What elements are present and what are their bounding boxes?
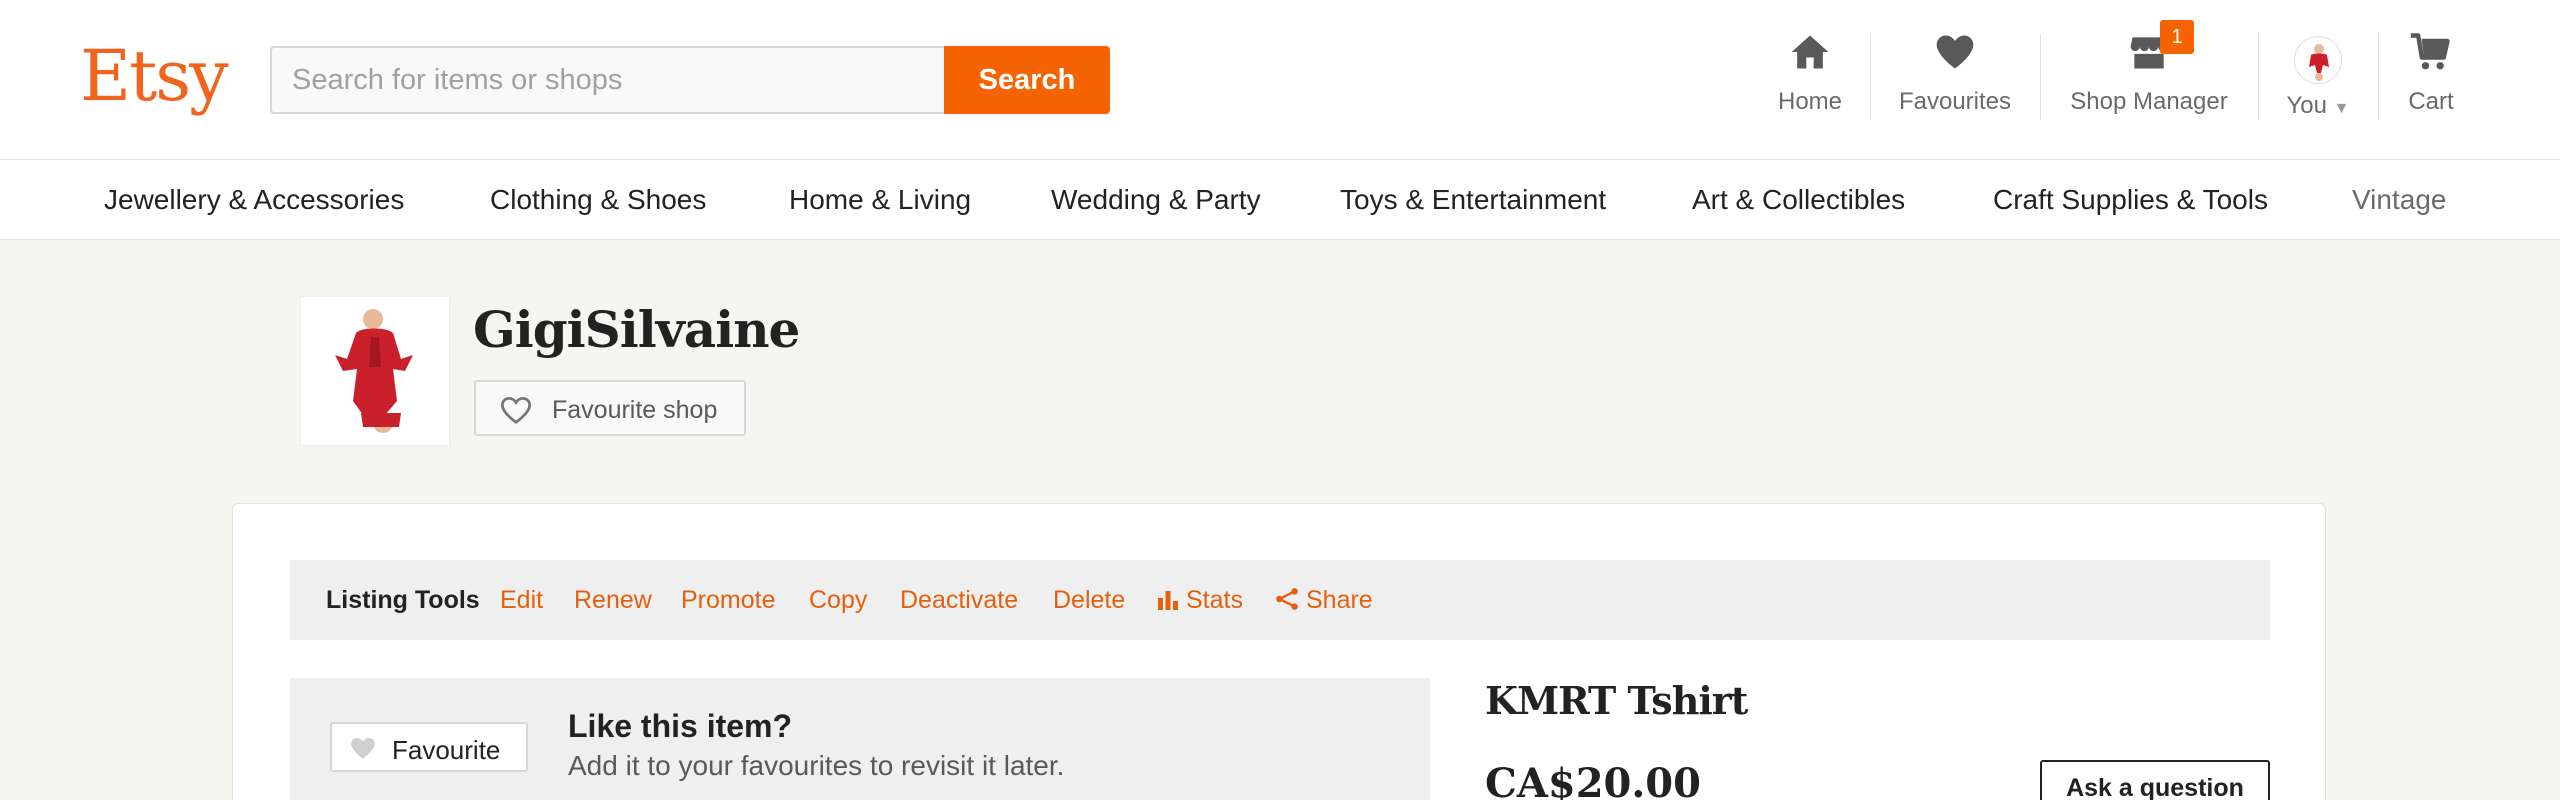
nav-home-label: Home: [1777, 88, 1843, 115]
category-jewellery[interactable]: Jewellery & Accessories: [104, 160, 404, 240]
nav-cart-label: Cart: [2408, 88, 2454, 115]
search-button[interactable]: Search: [944, 46, 1110, 114]
avatar: [2294, 36, 2342, 84]
notification-badge: 1: [2160, 20, 2194, 54]
heart-icon: [348, 735, 378, 766]
nav-favourites-label: Favourites: [1898, 88, 2012, 115]
favourite-shop-label: Favourite shop: [552, 396, 718, 424]
nav-favourites[interactable]: Favourites: [1888, 30, 2022, 130]
nav-cart[interactable]: Cart: [2396, 30, 2466, 130]
shop-name[interactable]: GigiSilvaine: [473, 300, 800, 359]
favourite-shop-button[interactable]: Favourite shop: [474, 380, 746, 436]
heart-icon: [1888, 30, 2022, 80]
cart-icon: [2396, 30, 2466, 80]
share-icon: [1276, 588, 1298, 610]
shop-avatar[interactable]: [300, 296, 450, 446]
category-vintage[interactable]: Vintage: [2352, 160, 2446, 240]
nav-divider: [1870, 34, 1871, 120]
search-input[interactable]: [270, 46, 946, 114]
stats-link[interactable]: Stats: [1156, 560, 1243, 640]
like-item-panel: Favourite Like this item? Add it to your…: [290, 678, 1430, 800]
listing-tools-title: Listing Tools: [326, 586, 480, 614]
nav-you-label: You ▼: [2286, 92, 2350, 119]
share-label: Share: [1306, 586, 1373, 614]
home-icon: [1770, 30, 1850, 80]
renew-link[interactable]: Renew: [574, 560, 652, 640]
ask-question-button[interactable]: Ask a question: [2040, 760, 2270, 800]
bar-chart-icon: [1158, 591, 1178, 610]
like-item-subtitle: Add it to your favourites to revisit it …: [568, 750, 1065, 781]
promote-link[interactable]: Promote: [681, 560, 775, 640]
category-wedding-party[interactable]: Wedding & Party: [1051, 160, 1261, 240]
nav-divider: [2258, 34, 2259, 120]
category-home-living[interactable]: Home & Living: [789, 160, 971, 240]
shop-icon: [2060, 30, 2238, 80]
delete-link[interactable]: Delete: [1053, 560, 1125, 640]
favourite-item-button[interactable]: Favourite: [330, 722, 528, 772]
stats-label: Stats: [1186, 586, 1243, 614]
search-bar: Search: [270, 46, 1110, 114]
favourite-item-label: Favourite: [392, 735, 501, 765]
item-title: KMRT Tshirt: [1485, 678, 1748, 723]
site-header: Etsy Search Home Favourites Shop Manager…: [0, 0, 2560, 160]
nav-shop-manager-label: Shop Manager: [2070, 88, 2228, 115]
heart-outline-icon: [498, 395, 534, 430]
deactivate-link[interactable]: Deactivate: [900, 560, 1018, 640]
category-clothing[interactable]: Clothing & Shoes: [490, 160, 706, 240]
category-art[interactable]: Art & Collectibles: [1692, 160, 1905, 240]
nav-home[interactable]: Home: [1770, 30, 1850, 130]
category-toys[interactable]: Toys & Entertainment: [1340, 160, 1606, 240]
like-item-title: Like this item?: [568, 708, 793, 744]
nav-you[interactable]: You ▼: [2276, 30, 2360, 130]
category-nav: Jewellery & Accessories Clothing & Shoes…: [0, 160, 2560, 240]
nav-shop-manager[interactable]: Shop Manager: [2060, 30, 2238, 130]
copy-link[interactable]: Copy: [809, 560, 867, 640]
etsy-logo[interactable]: Etsy: [80, 32, 229, 120]
nav-divider: [2378, 34, 2379, 120]
edit-link[interactable]: Edit: [500, 560, 543, 640]
chevron-down-icon: ▼: [2333, 100, 2350, 117]
share-link[interactable]: Share: [1274, 560, 1373, 640]
listing-tools-bar: Listing Tools Edit Renew Promote Copy De…: [290, 560, 2270, 640]
nav-divider: [2040, 34, 2041, 120]
item-price: CA$20.00: [1485, 760, 1701, 800]
category-craft-supplies[interactable]: Craft Supplies & Tools: [1993, 160, 2268, 240]
